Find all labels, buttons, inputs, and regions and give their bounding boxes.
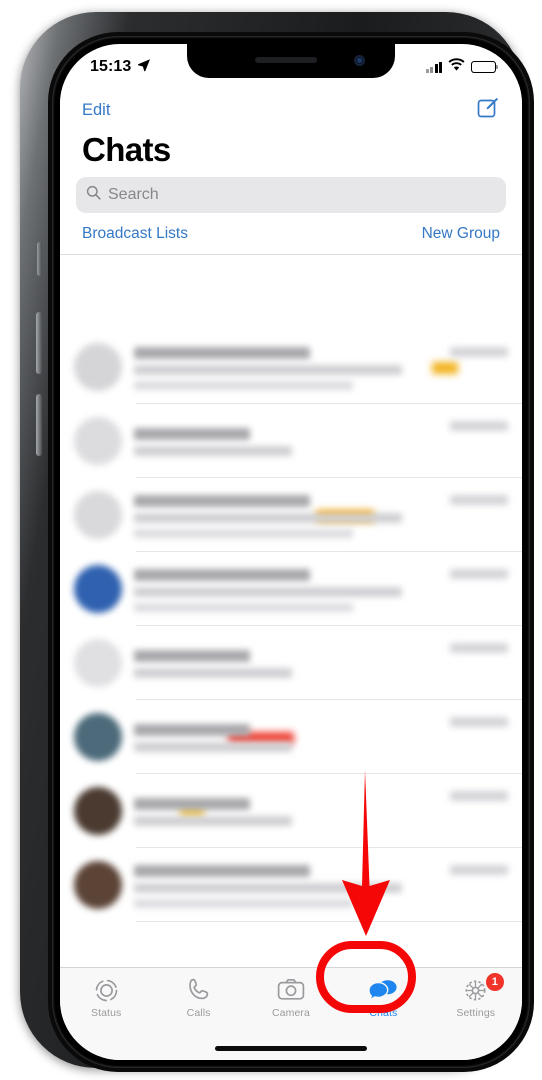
- chat-list-item[interactable]: [60, 404, 522, 478]
- message-preview-redacted: [134, 816, 293, 826]
- tab-chats[interactable]: Chats: [340, 976, 426, 1019]
- notification-badge: 1: [485, 973, 504, 991]
- chat-list-item[interactable]: [60, 626, 522, 700]
- chat-list-item[interactable]: [60, 774, 522, 848]
- avatar: [74, 787, 122, 835]
- contact-name-redacted: [134, 568, 311, 581]
- chat-preview-redacted: [134, 493, 438, 538]
- volume-down-button[interactable]: [36, 394, 42, 456]
- chat-list-item[interactable]: [60, 848, 522, 922]
- message-preview-redacted: [134, 602, 353, 612]
- contact-name-redacted: [134, 494, 311, 507]
- contact-name-redacted: [134, 798, 250, 810]
- contact-name-redacted: [134, 346, 311, 359]
- earpiece-speaker-icon: [255, 57, 318, 63]
- search-placeholder: Search: [108, 186, 159, 203]
- tab-camera[interactable]: Camera: [248, 976, 334, 1019]
- avatar: [74, 861, 122, 909]
- timestamp-redacted: [450, 569, 508, 579]
- timestamp-redacted: [450, 865, 508, 875]
- avatar: [74, 713, 122, 761]
- chat-preview-redacted: [134, 345, 438, 390]
- status-bar-left: 15:13: [90, 58, 151, 77]
- tab-label: Camera: [271, 1007, 310, 1019]
- tab-calls[interactable]: Calls: [156, 976, 242, 1019]
- message-preview-redacted: [134, 898, 353, 908]
- tab-label: Status: [91, 1007, 122, 1019]
- silent-switch[interactable]: [37, 242, 42, 276]
- status-bar-right: [425, 58, 499, 76]
- tab-settings[interactable]: Settings 1: [433, 973, 519, 1019]
- emoji-accent-redacted: [432, 362, 458, 374]
- phone-screen: 15:13 Edit Chats Search Broadcast Lists …: [60, 44, 522, 1060]
- front-camera-icon: [354, 55, 365, 66]
- message-preview-redacted: [134, 742, 293, 752]
- nav-top-row: Edit: [60, 84, 522, 127]
- location-arrow-icon: [137, 58, 151, 77]
- message-preview-redacted: [134, 364, 402, 375]
- contact-name-redacted: [134, 650, 250, 662]
- timestamp-redacted: [450, 643, 508, 653]
- search-icon: [86, 185, 101, 205]
- message-preview-redacted: [134, 586, 402, 597]
- chat-preview-redacted: [134, 426, 438, 456]
- chat-list-item[interactable]: [60, 700, 522, 774]
- notch: [187, 44, 395, 78]
- tab-label: Settings: [456, 1007, 496, 1019]
- chat-preview-redacted: [134, 648, 438, 678]
- avatar: [74, 343, 122, 391]
- message-preview-redacted: [134, 668, 293, 678]
- contact-name-redacted: [134, 724, 250, 736]
- avatar: [74, 417, 122, 465]
- phone-handset-icon: [186, 976, 212, 1004]
- tab-status[interactable]: Status: [63, 976, 149, 1019]
- home-indicator[interactable]: [215, 1046, 367, 1051]
- wifi-icon: [448, 58, 465, 76]
- page-title: Chats: [82, 131, 171, 168]
- navigation-header: Edit Chats Search Broadcast Lists New Gr…: [60, 84, 522, 255]
- compose-icon[interactable]: [476, 96, 500, 125]
- timestamp-redacted: [450, 347, 508, 357]
- header-divider: [60, 254, 522, 255]
- status-rings-icon: [93, 976, 120, 1004]
- search-input[interactable]: Search: [76, 177, 506, 213]
- status-bar-time: 15:13: [90, 58, 132, 75]
- battery-icon: [471, 61, 499, 73]
- down-arrow-annotation: [342, 770, 390, 936]
- tab-bar: Status Calls Camera Chats Settings 1: [60, 967, 522, 1060]
- edit-button[interactable]: Edit: [82, 101, 110, 120]
- timestamp-redacted: [450, 717, 508, 727]
- timestamp-redacted: [450, 421, 508, 431]
- avatar: [74, 565, 122, 613]
- camera-icon: [277, 976, 305, 1004]
- timestamp-redacted: [450, 495, 508, 505]
- message-preview-redacted: [134, 512, 402, 523]
- phone-frame: 15:13 Edit Chats Search Broadcast Lists …: [20, 12, 534, 1072]
- broadcast-lists-button[interactable]: Broadcast Lists: [82, 225, 188, 243]
- message-preview-redacted: [134, 446, 293, 456]
- new-group-button[interactable]: New Group: [422, 225, 500, 243]
- list-actions-row: Broadcast Lists New Group: [60, 223, 522, 254]
- volume-up-button[interactable]: [36, 312, 42, 374]
- search-bar-wrap: Search: [60, 177, 522, 223]
- tab-bar-items: Status Calls Camera Chats Settings 1: [60, 968, 522, 1038]
- cellular-bars-icon: [425, 61, 442, 73]
- chat-list-item[interactable]: [60, 552, 522, 626]
- message-preview-redacted: [134, 528, 353, 538]
- tab-label: Calls: [186, 1007, 211, 1019]
- avatar: [74, 491, 122, 539]
- chat-bubbles-icon: [368, 976, 398, 1004]
- timestamp-redacted: [450, 791, 508, 801]
- tab-label: Chats: [369, 1007, 398, 1019]
- message-preview-redacted: [134, 380, 353, 390]
- chat-preview-redacted: [134, 567, 438, 612]
- contact-name-redacted: [134, 428, 250, 440]
- chat-list-item[interactable]: [60, 330, 522, 404]
- avatar: [74, 639, 122, 687]
- screenshot-root: 15:13 Edit Chats Search Broadcast Lists …: [0, 0, 542, 1080]
- chat-list-item[interactable]: [60, 478, 522, 552]
- contact-name-redacted: [134, 864, 311, 877]
- chat-list[interactable]: [60, 330, 522, 968]
